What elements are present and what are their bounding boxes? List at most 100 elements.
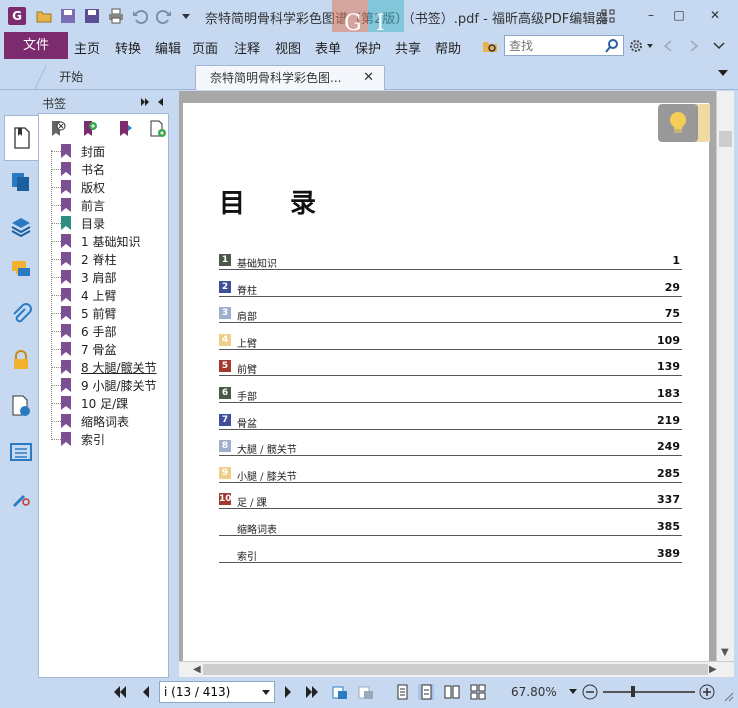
horizontal-scroll-thumb[interactable] (203, 664, 708, 675)
menu-protect[interactable]: 保护 (355, 38, 381, 57)
expand-bookmark-icon[interactable] (117, 120, 135, 138)
find-folder-icon[interactable] (482, 38, 498, 54)
comments-button[interactable] (4, 253, 38, 287)
toc-entry[interactable]: 2 脊柱 29 (219, 280, 682, 297)
settings-dropdown-icon[interactable] (646, 42, 654, 50)
attachments-button[interactable] (4, 297, 38, 331)
next-result-icon[interactable] (688, 39, 700, 53)
bookmark-item[interactable]: 封面 (39, 142, 170, 160)
page-number-input[interactable] (160, 682, 256, 702)
bookmark-item[interactable]: 书名 (39, 160, 170, 178)
menu-view[interactable]: 视图 (275, 38, 301, 57)
save-as-icon[interactable] (84, 8, 100, 24)
layers-button[interactable] (4, 209, 38, 243)
toc-entry[interactable]: 索引 389 (219, 547, 682, 563)
open-folder-icon[interactable] (36, 8, 52, 24)
collapse-ribbon-icon[interactable] (712, 40, 726, 52)
new-document-icon[interactable] (149, 120, 167, 138)
zoom-slider-thumb[interactable] (631, 686, 635, 697)
bookmark-item[interactable]: 8 大腿/髋关节 (39, 358, 170, 376)
menu-share[interactable]: 共享 (395, 38, 421, 57)
last-page-icon[interactable] (304, 684, 320, 700)
next-view-icon[interactable] (358, 684, 374, 700)
menu-comment[interactable]: 注释 (234, 38, 260, 57)
panel-splitter[interactable] (171, 91, 179, 678)
resize-grip-icon[interactable] (722, 690, 734, 702)
scroll-right-icon[interactable]: ▶ (709, 664, 717, 675)
zoom-out-icon[interactable] (582, 684, 598, 700)
save-icon[interactable] (60, 8, 76, 24)
collapse-panel-icon[interactable] (156, 97, 164, 107)
toc-entry[interactable]: 1 基础知识 1 (219, 254, 682, 270)
menu-edit[interactable]: 编辑 (155, 38, 181, 57)
zoom-level[interactable]: 67.80% (511, 685, 557, 699)
ribbon-display-icon[interactable] (600, 8, 616, 24)
zoom-slider[interactable] (603, 686, 695, 697)
customize-dropdown-icon[interactable] (178, 8, 194, 24)
toc-entry[interactable]: 7 骨盆 219 (219, 413, 682, 430)
bookmark-item[interactable]: 7 骨盆 (39, 340, 170, 358)
menu-form[interactable]: 表单 (315, 38, 341, 57)
bookmark-item[interactable]: 3 肩部 (39, 268, 170, 286)
toc-entry[interactable]: 缩略词表 385 (219, 520, 682, 536)
toc-entry[interactable]: 6 手部 183 (219, 387, 682, 403)
toc-entry[interactable]: 8 大腿 / 髋关节 249 (219, 440, 682, 457)
first-page-icon[interactable] (112, 684, 128, 700)
security-button[interactable] (4, 343, 38, 377)
tips-lightbulb-button[interactable] (658, 104, 698, 142)
toc-entry[interactable]: 3 肩部 75 (219, 307, 682, 324)
bookmark-item[interactable]: 索引 (39, 430, 170, 448)
menu-help[interactable]: 帮助 (435, 38, 461, 57)
toc-entry[interactable]: 10 足 / 踝 337 (219, 493, 682, 510)
minimize-button[interactable]: – (640, 6, 662, 24)
zoom-dropdown-icon[interactable] (569, 689, 577, 695)
delete-bookmark-icon[interactable] (49, 120, 67, 138)
settings-gear-icon[interactable] (628, 38, 644, 54)
page-dropdown-icon[interactable] (262, 690, 270, 696)
continuous-page-icon[interactable] (418, 684, 434, 700)
bookmarks-tab-button[interactable] (4, 115, 39, 161)
content-button[interactable] (4, 435, 38, 469)
page-number-box[interactable] (159, 681, 275, 703)
tab-list-dropdown-icon[interactable] (718, 70, 728, 76)
bookmark-item[interactable]: 版权 (39, 178, 170, 196)
vertical-scroll-thumb[interactable] (719, 131, 732, 147)
close-window-button[interactable]: ✕ (704, 6, 726, 24)
bookmark-item[interactable]: 4 上臂 (39, 286, 170, 304)
toc-entry[interactable]: 4 上臂 109 (219, 333, 682, 350)
expand-panel-icon[interactable] (140, 97, 150, 107)
bookmark-item[interactable]: 10 足/踝 (39, 394, 170, 412)
bookmark-item[interactable]: 目录 (39, 214, 170, 232)
previous-view-icon[interactable] (332, 684, 348, 700)
single-page-icon[interactable] (394, 684, 410, 700)
previous-result-icon[interactable] (662, 39, 674, 53)
continuous-facing-icon[interactable] (470, 684, 486, 700)
zoom-in-icon[interactable] (699, 684, 715, 700)
search-box[interactable] (504, 35, 624, 56)
bookmark-item[interactable]: 前言 (39, 196, 170, 214)
add-bookmark-icon[interactable] (81, 120, 99, 138)
bookmark-item[interactable]: 5 前臂 (39, 304, 170, 322)
maximize-button[interactable]: □ (668, 6, 690, 24)
toc-entry[interactable]: 9 小腿 / 膝关节 285 (219, 466, 682, 483)
signature-button[interactable] (4, 481, 38, 515)
menu-home[interactable]: 主页 (74, 38, 100, 57)
bookmark-item[interactable]: 9 小腿/膝关节 (39, 376, 170, 394)
horizontal-scrollbar[interactable]: ◀ ▶ (179, 661, 734, 677)
search-icon[interactable] (604, 38, 620, 54)
menu-convert[interactable]: 转换 (115, 38, 141, 57)
vertical-scrollbar[interactable]: ▼ (716, 91, 734, 661)
bookmark-item[interactable]: 6 手部 (39, 322, 170, 340)
previous-page-icon[interactable] (138, 684, 154, 700)
scroll-left-icon[interactable]: ◀ (193, 664, 201, 675)
next-page-icon[interactable] (280, 684, 296, 700)
scroll-down-icon[interactable]: ▼ (721, 647, 729, 658)
toc-entry[interactable]: 5 前臂 139 (219, 360, 682, 377)
file-menu-button[interactable]: 文件 (4, 32, 68, 59)
app-logo-icon[interactable]: G (8, 7, 26, 25)
document-view[interactable]: 目 录 1 基础知识 1 2 脊柱 29 3 肩部 75 4 上臂 109 5 前臂 139 6 手部 183 7 骨… (179, 91, 716, 661)
menu-pages[interactable]: 页面 (192, 38, 218, 57)
print-icon[interactable] (108, 8, 124, 24)
search-input[interactable] (505, 36, 601, 55)
redo-icon[interactable] (156, 8, 172, 24)
